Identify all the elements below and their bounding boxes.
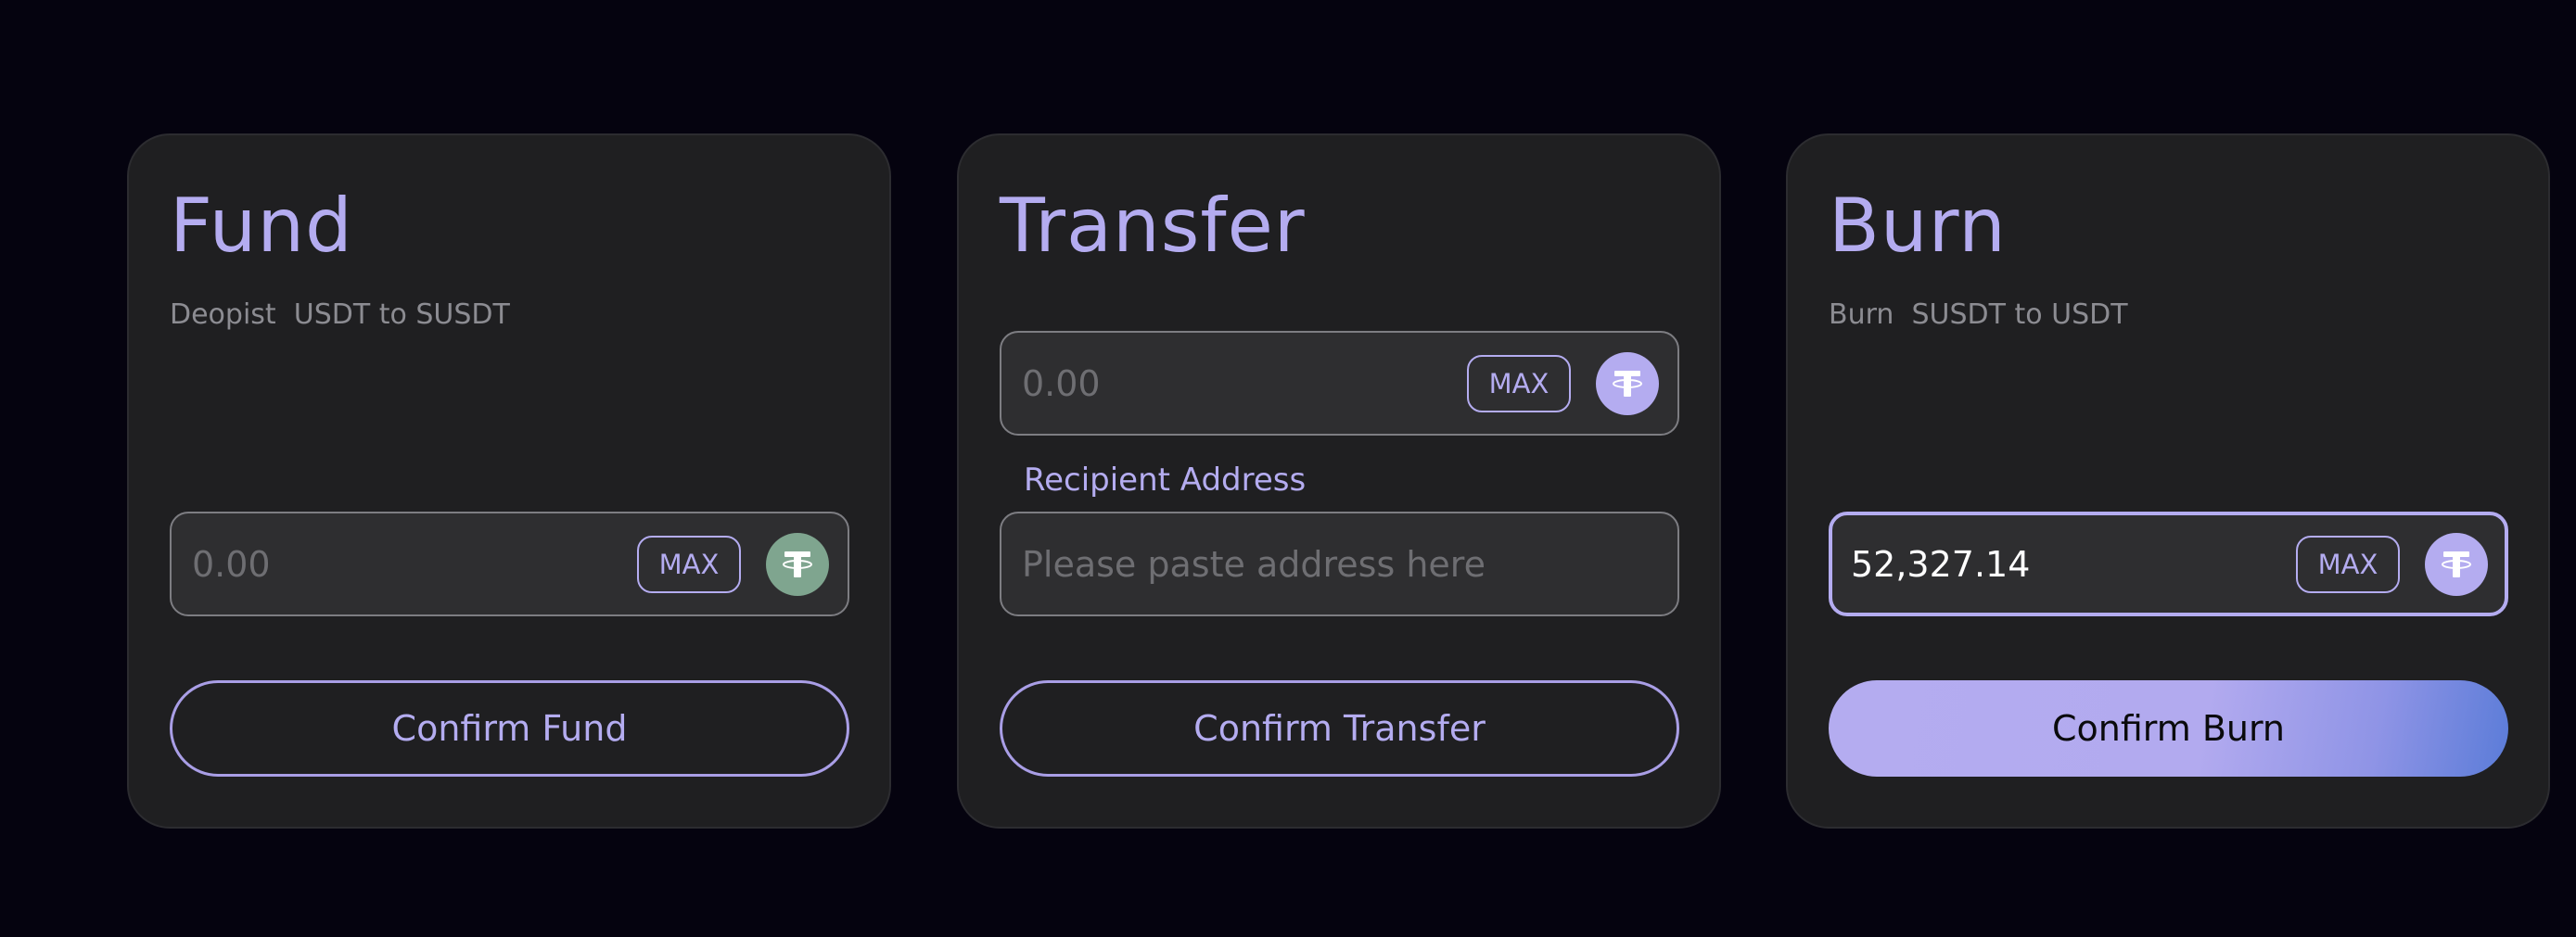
burn-subtitle: Burn SUSDT to USDT <box>1829 298 2128 331</box>
tether-glyph <box>2442 551 2471 577</box>
tether-glyph <box>1613 370 1642 397</box>
transfer-card: Transfer 0.00 MAX Recipient Address Plea… <box>957 133 1721 829</box>
recipient-address-input[interactable]: Please paste address here <box>1000 512 1679 616</box>
burn-max-button[interactable]: MAX <box>2296 535 2400 593</box>
fund-amount-placeholder[interactable]: 0.00 <box>192 544 271 585</box>
confirm-fund-button[interactable]: Confirm Fund <box>170 680 849 777</box>
page: Fund Deopist USDT to SUSDT 0.00 MAX Conf… <box>0 0 2576 937</box>
transfer-amount-placeholder[interactable]: 0.00 <box>1022 363 1101 404</box>
fund-title: Fund <box>170 183 353 269</box>
transfer-max-button[interactable]: MAX <box>1467 354 1571 412</box>
burn-amount-value[interactable]: 52,327.14 <box>1851 544 2030 585</box>
burn-amount-input[interactable]: 52,327.14 MAX <box>1829 512 2508 616</box>
tether-icon <box>1596 351 1659 415</box>
confirm-burn-button[interactable]: Confirm Burn <box>1829 680 2508 777</box>
burn-title: Burn <box>1829 183 2007 269</box>
fund-subtitle: Deopist USDT to SUSDT <box>170 298 510 331</box>
tether-icon <box>2425 532 2488 596</box>
tether-icon <box>766 532 829 596</box>
burn-card: Burn Burn SUSDT to USDT 52,327.14 MAX Co… <box>1786 133 2550 829</box>
transfer-title: Transfer <box>1000 183 1306 269</box>
confirm-transfer-button[interactable]: Confirm Transfer <box>1000 680 1679 777</box>
fund-card: Fund Deopist USDT to SUSDT 0.00 MAX Conf… <box>127 133 891 829</box>
transfer-amount-input[interactable]: 0.00 MAX <box>1000 331 1679 436</box>
tether-glyph <box>783 551 812 577</box>
recipient-address-label: Recipient Address <box>1024 462 1307 499</box>
recipient-address-placeholder[interactable]: Please paste address here <box>1022 544 1486 585</box>
fund-max-button[interactable]: MAX <box>637 535 741 593</box>
fund-amount-input[interactable]: 0.00 MAX <box>170 512 849 616</box>
